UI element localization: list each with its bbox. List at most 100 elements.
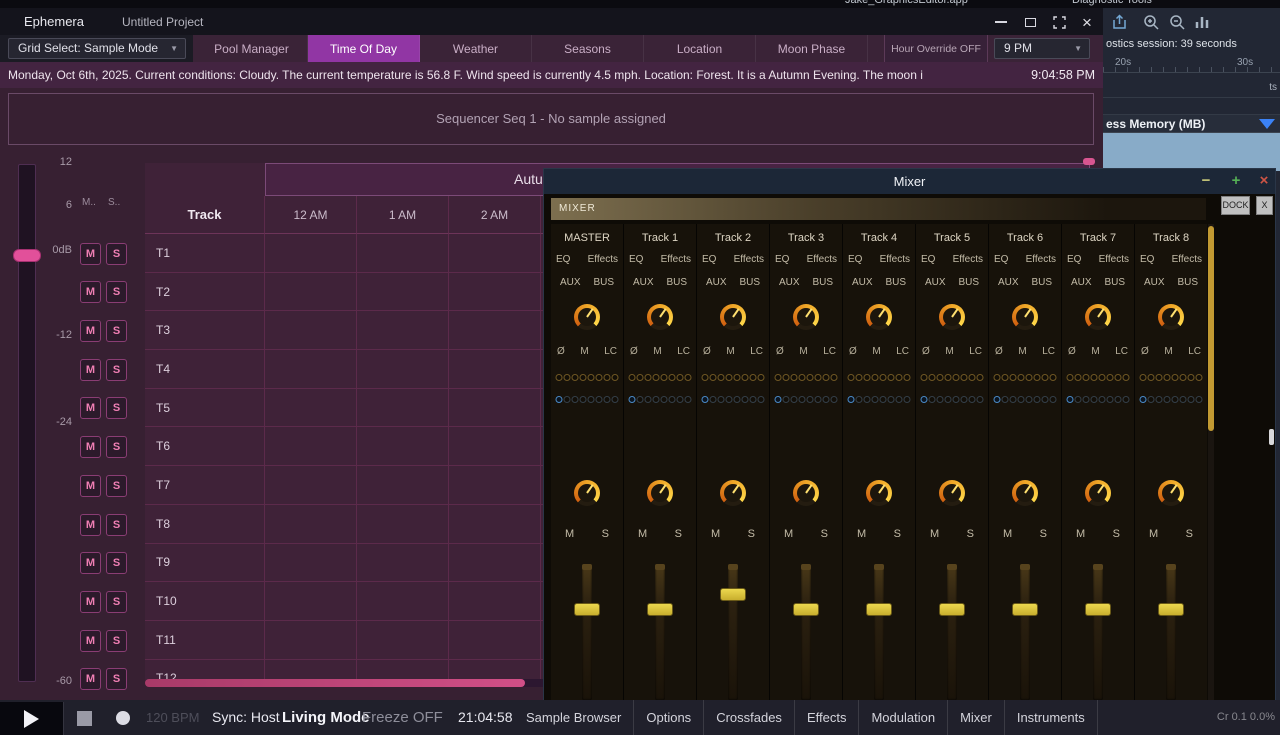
- bottom-tab-crossfades[interactable]: Crossfades: [704, 700, 795, 735]
- grid-cell[interactable]: [449, 311, 541, 350]
- solo-button[interactable]: S: [1040, 528, 1047, 540]
- mute-button[interactable]: M: [80, 668, 101, 690]
- minimize-button[interactable]: [991, 12, 1011, 32]
- solo-button[interactable]: S: [967, 528, 974, 540]
- grid-cell[interactable]: [449, 273, 541, 312]
- bottom-tab-sample-browser[interactable]: Sample Browser: [514, 700, 634, 735]
- phase-button[interactable]: Ø: [849, 346, 857, 357]
- lowcut-button[interactable]: LC: [604, 346, 617, 357]
- effects-button[interactable]: Effects: [661, 254, 691, 265]
- mono-button[interactable]: M: [1018, 346, 1026, 357]
- panel-close-button[interactable]: X: [1256, 196, 1273, 215]
- mute-button[interactable]: M: [1076, 528, 1085, 540]
- effects-button[interactable]: Effects: [1172, 254, 1202, 265]
- mute-button[interactable]: M: [1149, 528, 1158, 540]
- mixer-add-button[interactable]: +: [1226, 170, 1246, 192]
- grid-cell[interactable]: [357, 234, 449, 273]
- eq-button[interactable]: EQ: [556, 254, 570, 265]
- aux-button[interactable]: AUX: [925, 277, 946, 288]
- pan-knob[interactable]: [574, 304, 600, 330]
- grid-cell[interactable]: [357, 466, 449, 505]
- mute-button[interactable]: M: [80, 475, 101, 497]
- effects-button[interactable]: Effects: [880, 254, 910, 265]
- solo-button[interactable]: S: [106, 359, 127, 381]
- mute-button[interactable]: M: [80, 630, 101, 652]
- freeze-toggle[interactable]: Freeze OFF: [362, 700, 443, 735]
- phase-button[interactable]: Ø: [1141, 346, 1149, 357]
- mute-button[interactable]: M: [80, 359, 101, 381]
- fader-track[interactable]: [1020, 564, 1030, 700]
- dock-button[interactable]: DOCK: [1221, 196, 1250, 215]
- bottom-tab-modulation[interactable]: Modulation: [859, 700, 948, 735]
- bus-button[interactable]: BUS: [885, 277, 906, 288]
- grid-cell[interactable]: [449, 350, 541, 389]
- eq-button[interactable]: EQ: [702, 254, 716, 265]
- mono-button[interactable]: M: [653, 346, 661, 357]
- solo-button[interactable]: S: [748, 528, 755, 540]
- grid-cell[interactable]: [265, 311, 357, 350]
- mute-button[interactable]: M: [784, 528, 793, 540]
- gain-knob[interactable]: [647, 480, 673, 506]
- memory-section-header[interactable]: ess Memory (MB): [1103, 115, 1280, 133]
- lowcut-button[interactable]: LC: [896, 346, 909, 357]
- mute-button[interactable]: M: [80, 436, 101, 458]
- fader-handle[interactable]: [866, 603, 892, 616]
- mute-button[interactable]: M: [80, 281, 101, 303]
- mute-button[interactable]: M: [80, 514, 101, 536]
- aux-button[interactable]: AUX: [1144, 277, 1165, 288]
- grid-cell[interactable]: [265, 234, 357, 273]
- mixer-close-button[interactable]: ×: [1254, 170, 1274, 192]
- gain-knob[interactable]: [574, 480, 600, 506]
- solo-button[interactable]: S: [106, 630, 127, 652]
- aux-button[interactable]: AUX: [706, 277, 727, 288]
- grid-cell[interactable]: [357, 311, 449, 350]
- fader-handle[interactable]: [793, 603, 819, 616]
- lowcut-button[interactable]: LC: [750, 346, 763, 357]
- grid-cell[interactable]: [449, 505, 541, 544]
- channels-scrollbar-thumb[interactable]: [1208, 226, 1214, 431]
- mixer-vertical-scrollbar-thumb[interactable]: [1269, 429, 1274, 445]
- grid-cell[interactable]: [265, 389, 357, 428]
- effects-button[interactable]: Effects: [734, 254, 764, 265]
- aux-button[interactable]: AUX: [1071, 277, 1092, 288]
- mono-button[interactable]: M: [1164, 346, 1172, 357]
- lowcut-button[interactable]: LC: [1188, 346, 1201, 357]
- grid-cell[interactable]: [449, 582, 541, 621]
- pan-knob[interactable]: [939, 304, 965, 330]
- eq-button[interactable]: EQ: [629, 254, 643, 265]
- grid-cell[interactable]: [265, 466, 357, 505]
- mute-button[interactable]: M: [80, 591, 101, 613]
- sync-mode-toggle[interactable]: Sync: Host: [212, 700, 280, 735]
- mono-button[interactable]: M: [945, 346, 953, 357]
- gain-knob[interactable]: [1158, 480, 1184, 506]
- gain-knob[interactable]: [1085, 480, 1111, 506]
- solo-button[interactable]: S: [106, 668, 127, 690]
- aux-button[interactable]: AUX: [779, 277, 800, 288]
- aux-button[interactable]: AUX: [852, 277, 873, 288]
- fader-handle[interactable]: [1085, 603, 1111, 616]
- mixer-minimize-button[interactable]: −: [1196, 170, 1216, 192]
- lowcut-button[interactable]: LC: [677, 346, 690, 357]
- channels-scrollbar[interactable]: [1208, 224, 1214, 700]
- hour-override-toggle[interactable]: Hour Override OFF: [884, 35, 988, 62]
- solo-button[interactable]: S: [894, 528, 901, 540]
- maximize-button[interactable]: [1020, 12, 1040, 32]
- grid-cell[interactable]: [449, 466, 541, 505]
- eq-button[interactable]: EQ: [921, 254, 935, 265]
- mute-button[interactable]: M: [80, 397, 101, 419]
- grid-cell[interactable]: [357, 350, 449, 389]
- mute-button[interactable]: M: [80, 243, 101, 265]
- effects-button[interactable]: Effects: [1099, 254, 1129, 265]
- pan-knob[interactable]: [647, 304, 673, 330]
- fader-handle[interactable]: [939, 603, 965, 616]
- grid-cell[interactable]: [449, 427, 541, 466]
- solo-button[interactable]: S: [106, 475, 127, 497]
- export-icon[interactable]: [1112, 14, 1129, 35]
- fader-track[interactable]: [1166, 564, 1176, 700]
- effects-button[interactable]: Effects: [953, 254, 983, 265]
- effects-button[interactable]: Effects: [807, 254, 837, 265]
- phase-button[interactable]: Ø: [557, 346, 565, 357]
- mute-button[interactable]: M: [930, 528, 939, 540]
- grid-cell[interactable]: [357, 544, 449, 583]
- grid-scrollbar-thumb[interactable]: [145, 679, 525, 687]
